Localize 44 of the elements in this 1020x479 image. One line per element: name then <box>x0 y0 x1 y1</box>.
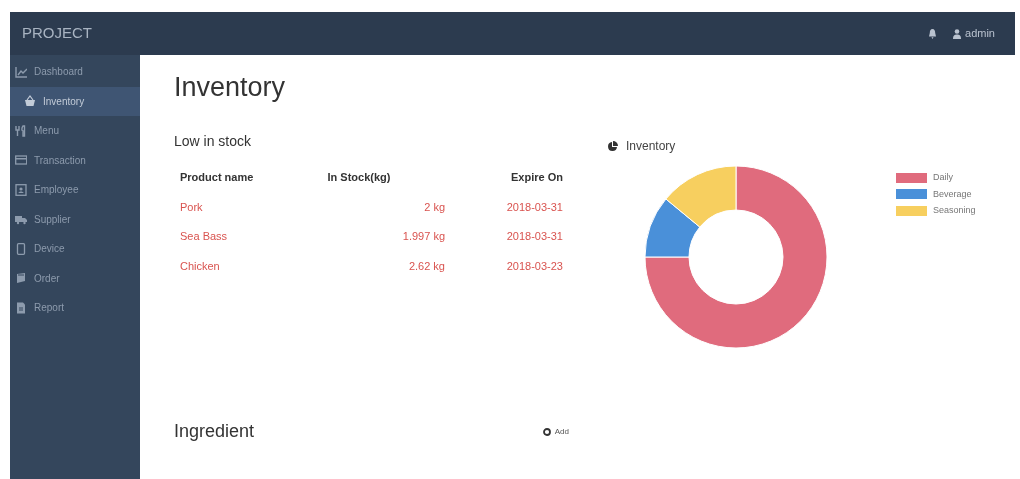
column-header: Product name <box>179 169 255 185</box>
legend-label: Daily <box>933 171 953 184</box>
bell-icon[interactable] <box>928 28 938 39</box>
plus-circle-icon <box>542 427 551 436</box>
table-cell-text: 2018-03-31 <box>505 229 564 244</box>
table-cell-text: 2018-03-23 <box>505 258 564 274</box>
table-cell-text: Sea Bass <box>179 229 229 244</box>
line-chart-icon <box>15 65 27 78</box>
id-card-icon <box>15 183 27 196</box>
user-icon <box>953 28 962 39</box>
utensils-icon <box>15 124 27 137</box>
chart-title: Inventory <box>626 138 676 155</box>
sidebar-item[interactable]: Inventory <box>10 86 140 116</box>
column-header: Expire On <box>510 169 564 185</box>
sidebar-item[interactable]: Order <box>10 263 140 293</box>
add-button[interactable]: Add <box>542 425 569 438</box>
legend-label: Beverage <box>933 187 972 201</box>
user-menu[interactable]: admin <box>953 25 995 42</box>
legend-label: Seasoning <box>933 204 976 217</box>
sidebar-item[interactable]: Employee <box>10 175 140 205</box>
table-cell-text: 2 kg <box>423 199 446 215</box>
document-icon <box>15 301 27 314</box>
sidebar-item[interactable]: Report <box>10 293 140 323</box>
column-header: In Stock(kg) <box>326 169 392 185</box>
table-cell-text: 1.997 kg <box>401 229 446 244</box>
pie-chart-icon <box>607 140 618 152</box>
sidebar-item[interactable]: Menu <box>10 116 140 146</box>
table-cell-text: 2.62 kg <box>407 258 446 274</box>
truck-icon <box>15 213 27 226</box>
notebook-icon <box>15 272 27 285</box>
page-title: Inventory <box>174 71 287 103</box>
credit-card-icon <box>15 154 27 167</box>
basket-icon <box>24 95 36 108</box>
section-title: Ingredient <box>174 420 255 443</box>
phone-icon <box>15 242 27 255</box>
sidebar-item[interactable]: Dashboard <box>10 57 140 87</box>
section-title: Low in stock <box>174 132 253 151</box>
table-cell-text: Chicken <box>179 258 221 274</box>
sidebar-item[interactable]: Supplier <box>10 204 140 234</box>
sidebar-item[interactable]: Device <box>10 234 140 264</box>
brand-title[interactable]: PROJECT <box>22 22 92 45</box>
sidebar-item[interactable]: Transaction <box>10 145 140 175</box>
table-cell-text: Pork <box>179 199 204 215</box>
table-cell-text: 2018-03-31 <box>505 199 564 215</box>
